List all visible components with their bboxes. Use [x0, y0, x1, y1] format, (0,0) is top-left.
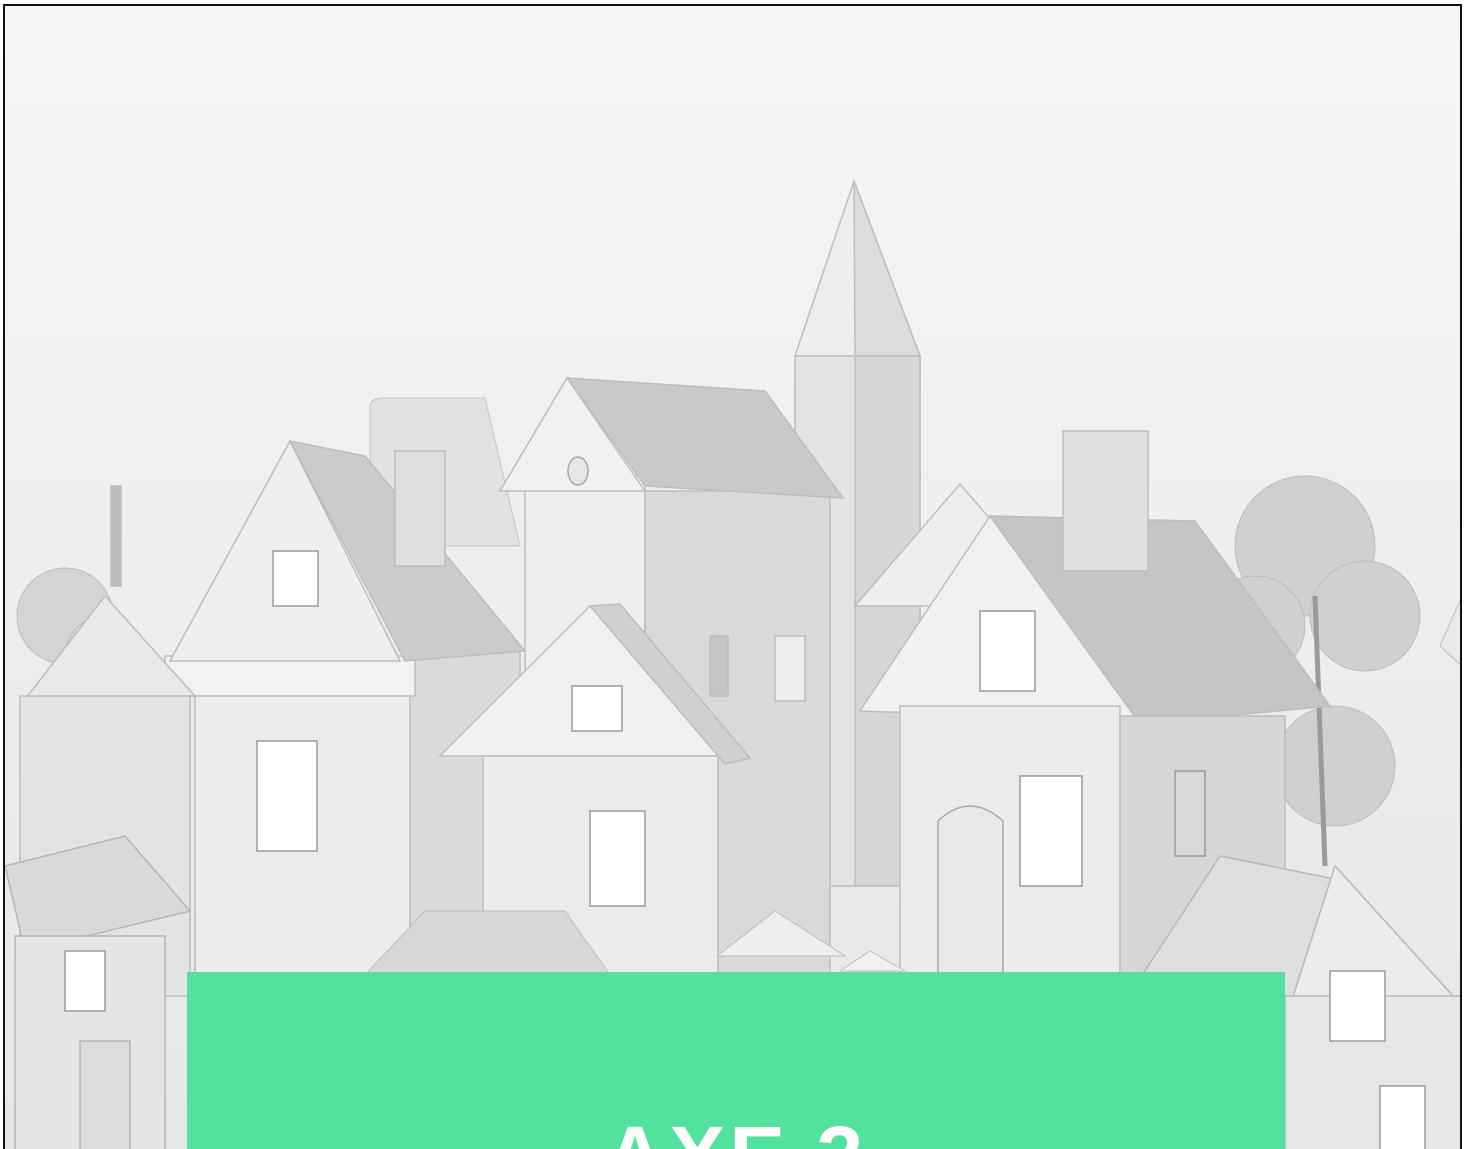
section-title: AXE 3 — [187, 1114, 1285, 1149]
small-shed — [5, 835, 192, 1149]
cover-frame: AXE 3 — [3, 4, 1462, 1149]
section-title-panel: AXE 3 — [187, 972, 1285, 1149]
